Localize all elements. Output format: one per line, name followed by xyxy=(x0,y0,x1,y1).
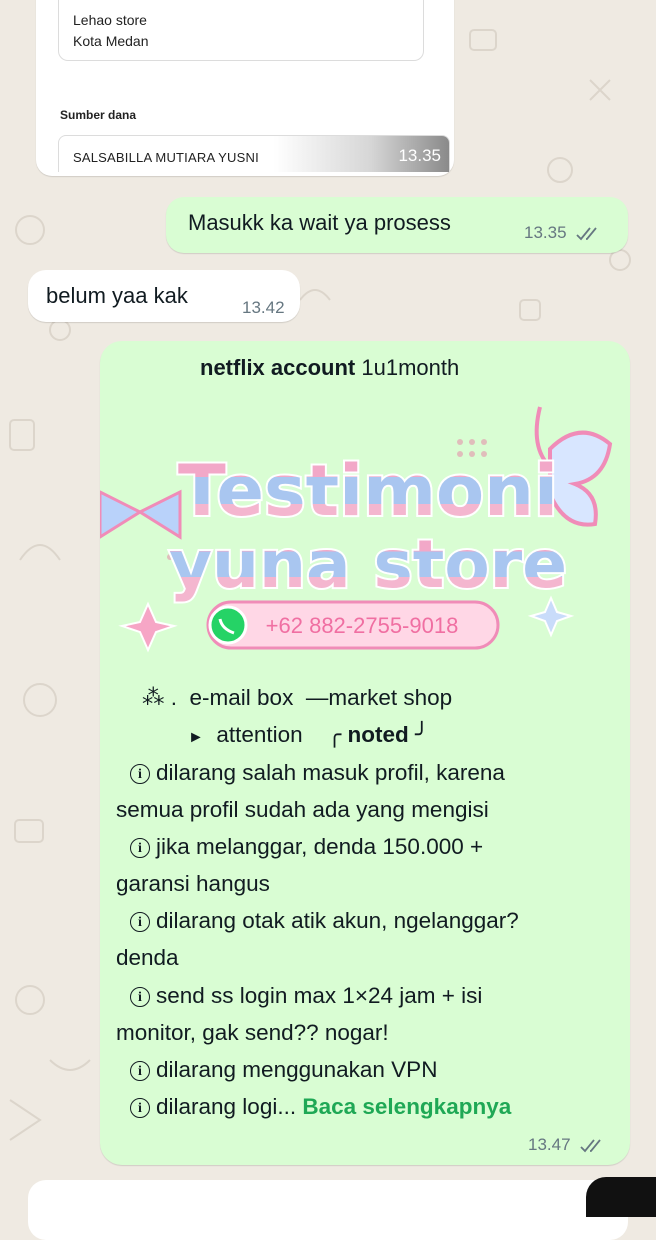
menu-row: ⁂ . e-mail box —market shop xyxy=(142,685,453,710)
address-line: Lehao store xyxy=(73,12,147,28)
address-box: Lehao store Kota Medan xyxy=(58,0,424,61)
address-line: Kota Medan xyxy=(73,33,149,49)
rule-line: monitor, gak send?? nogar! xyxy=(116,1020,389,1045)
rule-line: i send ss login max 1×24 jam + isi xyxy=(130,983,482,1009)
account-name: SALSABILLA MUTIARA YUSNI xyxy=(73,150,259,165)
message-time: 13.47 xyxy=(528,1135,607,1155)
info-icon: i xyxy=(130,912,150,932)
message-text: belum yaa kak xyxy=(46,283,188,308)
rule-line: i jika melanggar, denda 150.000 + xyxy=(130,834,483,860)
section-label: Sumber dana xyxy=(60,108,137,122)
info-icon: i xyxy=(130,838,150,858)
rule-line: semua profil sudah ada yang mengisi xyxy=(116,797,489,822)
avatar xyxy=(586,1177,656,1217)
info-icon: i xyxy=(130,1061,150,1081)
menu-row: ► attention ╭ noted ╯ xyxy=(188,722,429,747)
info-icon: i xyxy=(130,764,150,784)
message-time: 13.35 xyxy=(524,223,603,243)
message-title: netflix account 1u1month xyxy=(200,355,460,380)
rule-line: i dilarang otak atik akun, ngelanggar? xyxy=(130,908,519,934)
rule-line: i dilarang salah masuk profil, karena xyxy=(130,760,505,786)
testimoni-message[interactable]: netflix account 1u1month Testimoni yuna … xyxy=(100,341,630,1165)
testimoni-banner-image: Testimoni yuna store +62 882-2755-9018 xyxy=(100,406,613,653)
banner-line-2: yuna store xyxy=(169,526,567,603)
rule-line: i dilarang menggunakan VPN xyxy=(130,1057,437,1083)
outgoing-message[interactable]: Masukk ka wait ya prosess 13.35 xyxy=(166,197,628,253)
banner-phone: +62 882-2755-9018 xyxy=(266,613,459,638)
read-more-link[interactable]: Baca selengkapnya xyxy=(302,1094,511,1119)
info-icon: i xyxy=(130,987,150,1007)
message-time: 13.42 xyxy=(242,298,285,317)
incoming-message[interactable]: belum yaa kak 13.42 xyxy=(28,270,300,322)
shared-image-bubble[interactable]: Lehao store Kota Medan Sumber dana SALSA… xyxy=(36,0,454,176)
next-message-partial[interactable] xyxy=(28,1180,628,1240)
info-icon: i xyxy=(130,1098,150,1118)
rule-line: garansi hangus xyxy=(116,871,270,896)
message-text: Masukk ka wait ya prosess xyxy=(188,210,451,235)
banner-line-1: Testimoni xyxy=(178,450,558,532)
double-check-icon xyxy=(576,226,597,240)
rule-line: denda xyxy=(116,945,179,970)
rule-line: i dilarang logi... Baca selengkapnya xyxy=(130,1094,511,1120)
double-check-icon xyxy=(580,1138,601,1152)
account-name-box: SALSABILLA MUTIARA YUSNI 13.35 xyxy=(58,135,450,172)
message-time: 13.35 xyxy=(398,146,441,165)
